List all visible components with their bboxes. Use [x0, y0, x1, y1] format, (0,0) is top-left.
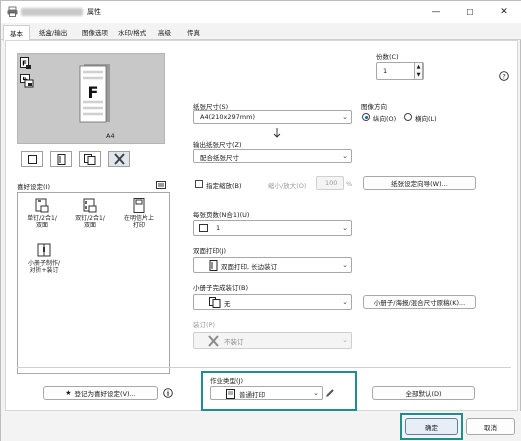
printer-icon: [7, 6, 18, 17]
duplex-icon: [209, 260, 218, 271]
paper-size-select[interactable]: A4(210x297mm) ⌄: [193, 110, 352, 124]
title-bar: 属性 — ☐ ✕: [1, 1, 521, 23]
output-size-select[interactable]: 配合纸张尺寸 ⌄: [193, 149, 352, 163]
favorites-menu-icon[interactable]: [156, 181, 166, 189]
portrait-radio[interactable]: [362, 113, 370, 121]
rotated-f-icon: F: [20, 74, 34, 88]
document-icon: [226, 389, 235, 399]
tab-tray-output[interactable]: 纸盒/输出: [39, 27, 67, 37]
maximize-button[interactable]: ☐: [453, 1, 487, 23]
info-icon[interactable]: i: [163, 388, 173, 398]
staple-icon: [113, 153, 125, 165]
cancel-button[interactable]: 取消: [466, 418, 515, 435]
dialog-button-bar: 确定 取消: [1, 411, 521, 441]
nup-label: 每张页数(N合1)(U): [193, 211, 250, 219]
spin-up-icon[interactable]: ▲: [415, 63, 422, 71]
chevron-down-icon: ⌄: [313, 389, 319, 397]
minimize-button[interactable]: —: [419, 1, 453, 23]
view-paper-button[interactable]: [21, 151, 43, 167]
booklet-select[interactable]: 无 ⌄: [193, 294, 352, 310]
booklet-pages-icon: [209, 297, 221, 308]
chevron-down-icon: ⌄: [342, 113, 348, 121]
chevron-down-icon: ⌄: [342, 298, 348, 306]
tab-bar: 基本 纸盒/输出 图像选项 水印/格式 高级 传真: [1, 23, 521, 41]
favorite-item[interactable]: 单钉/2合1/双面: [20, 198, 64, 229]
square-icon: [27, 154, 37, 164]
arrow-down-icon: [273, 128, 281, 138]
close-button[interactable]: ✕: [487, 1, 521, 23]
ok-button[interactable]: 确定: [405, 418, 458, 435]
job-type-select[interactable]: 普通打印 ⌄: [210, 386, 323, 400]
favorite-item[interactable]: 小册子制作/对折+装订: [20, 243, 68, 274]
separator: [17, 367, 511, 368]
zoom-input[interactable]: 100: [316, 176, 344, 190]
job-type-label: 作业类型(J): [210, 377, 243, 385]
favorites-list: 单钉/2合1/双面 双钉/2合1/双面 在明信片上 打印 小册子制作/对折+装订: [17, 192, 170, 374]
output-size-label: 输出纸张尺寸(Z): [193, 141, 242, 149]
spin-down-icon[interactable]: ▼: [415, 71, 422, 79]
reset-defaults-button[interactable]: 全部默认(D): [372, 386, 475, 400]
staple-label: 装订(P): [193, 321, 215, 329]
view-staple-button[interactable]: [108, 151, 130, 167]
multi-page-icon: [84, 153, 96, 165]
zoom-unit: %: [346, 180, 353, 188]
star-icon: ★: [65, 389, 72, 397]
paper-wizard-button[interactable]: 纸张设定向导(W)...: [363, 176, 476, 190]
printer-properties-window: 属性 — ☐ ✕ 基本 纸盒/输出 图像选项 水印/格式 高级 传真 ? F F: [0, 0, 521, 441]
booklet-label: 小册子完成装订(B): [193, 284, 249, 292]
duplex-view-icon: [57, 153, 65, 165]
preview-paper-size: A4: [106, 132, 115, 140]
chevron-down-icon: ⌄: [342, 152, 348, 160]
copies-spinner[interactable]: ▲ ▼: [414, 62, 423, 80]
register-favorite-button[interactable]: ★ 登记为喜好设定(V)...: [43, 386, 158, 400]
page-icon: [199, 224, 208, 232]
orientation-label: 图像方向: [361, 103, 387, 111]
copies-label: 份数(C): [376, 53, 399, 61]
chevron-down-icon: ⌄: [342, 336, 348, 344]
tab-fax[interactable]: 传真: [187, 27, 200, 37]
favorite-item[interactable]: 双钉/2合1/双面: [68, 198, 112, 229]
svg-text:F: F: [88, 83, 99, 102]
tab-basic[interactable]: 基本: [3, 25, 30, 41]
duplex-select[interactable]: 双面打印, 长边装订 ⌄: [193, 257, 352, 273]
no-staple-icon: [208, 335, 219, 347]
orientation-f-icon: F: [20, 57, 31, 69]
booklet-icon: [37, 243, 51, 257]
duplex-label: 双面打印(J): [193, 247, 226, 255]
nup-select[interactable]: 1 ⌄: [193, 220, 352, 236]
zoom-checkbox[interactable]: [195, 180, 203, 188]
window-title: 属性: [87, 8, 101, 16]
landscape-label: 横向(L): [415, 115, 437, 123]
booklet-poster-button[interactable]: 小册子/海报/混合尺寸原稿(K)...: [363, 295, 476, 309]
landscape-radio[interactable]: [404, 113, 412, 121]
staple-duplex-icon: [35, 198, 49, 213]
portrait-label: 纵向(O): [373, 115, 397, 123]
chevron-down-icon: ⌄: [342, 224, 348, 232]
zoom-checkbox-label: 指定缩放(B): [206, 182, 242, 190]
tab-advanced[interactable]: 高级: [158, 27, 171, 37]
zoom-ratio-label: 缩小/放大(O): [268, 182, 307, 190]
view-duplex-button[interactable]: [50, 151, 72, 167]
favorites-label: 喜好设定(I): [17, 183, 50, 191]
edit-pencil-icon[interactable]: [325, 388, 335, 398]
favorite-item[interactable]: 在明信片上 打印: [114, 198, 164, 229]
chevron-down-icon: ⌄: [342, 261, 348, 269]
tab-watermark-format[interactable]: 水印/格式: [118, 27, 146, 37]
redacted-printer-name: [21, 8, 83, 16]
view-nup-button[interactable]: [79, 151, 101, 167]
staple-select[interactable]: 不装订 ⌄: [193, 332, 352, 349]
postcard-icon: [133, 198, 145, 213]
double-staple-icon: [83, 198, 97, 213]
tab-image-options[interactable]: 图像选项: [82, 27, 108, 37]
svg-text:?: ?: [502, 72, 505, 80]
print-preview: F F F A4: [17, 53, 165, 144]
basic-tab-panel: ? F F F A4 喜好设定(I) 单钉/2合1/ 双面 双钉/2合1/ 双面…: [5, 40, 518, 411]
page-preview-icon: F: [79, 64, 110, 123]
help-icon[interactable]: ?: [499, 71, 509, 81]
